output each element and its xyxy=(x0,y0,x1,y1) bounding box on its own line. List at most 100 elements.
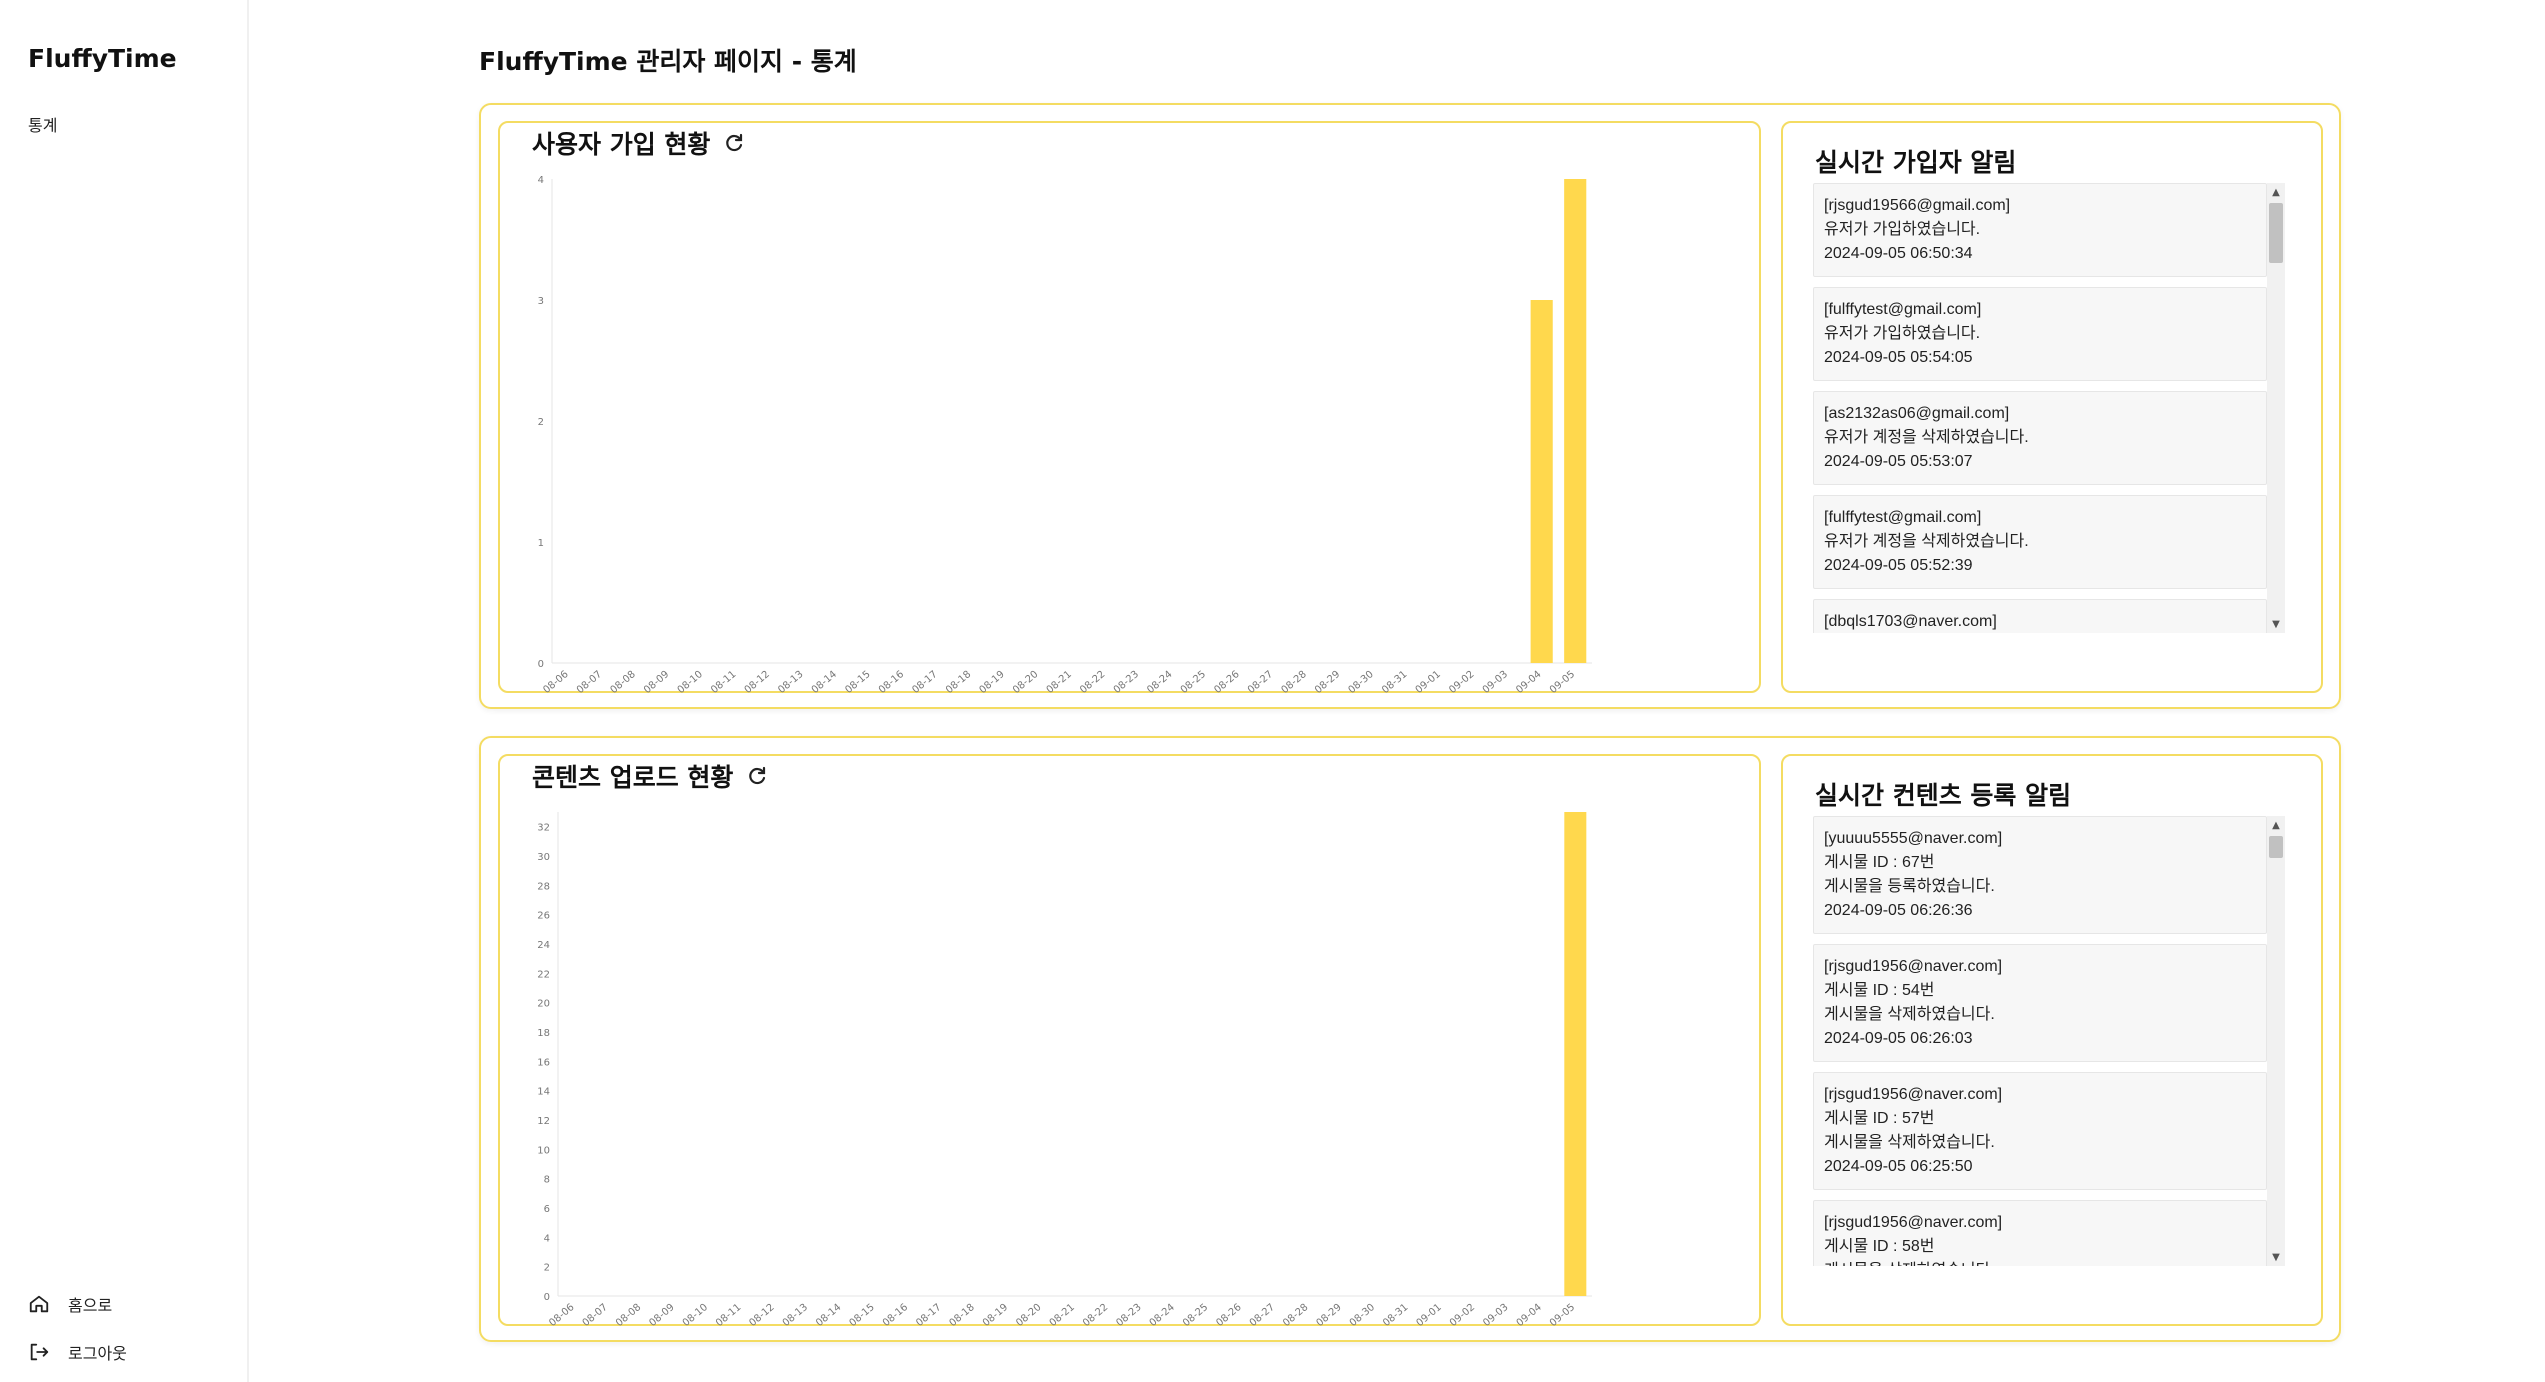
x-tick-label: 08-24 xyxy=(1145,669,1174,695)
scroll-down-arrow-icon[interactable]: ▼ xyxy=(2267,1248,2285,1266)
page-title: FluffyTime 관리자 페이지 - 통계 xyxy=(479,47,857,76)
content-alert-title: 실시간 컨텐츠 등록 알림 xyxy=(1815,781,2072,810)
x-tick-label: 08-19 xyxy=(977,669,1006,695)
x-tick-label: 09-04 xyxy=(1515,1302,1544,1328)
x-tick-label: 08-07 xyxy=(581,1302,610,1328)
alert-item: [rjsgud1956@naver.com] 게시물 ID : 57번 게시물을 삭… xyxy=(1813,1072,2267,1190)
x-tick-label: 08-28 xyxy=(1279,669,1308,695)
x-tick-label: 08-12 xyxy=(747,1302,776,1328)
home-label: 홈으로 xyxy=(68,1296,113,1315)
x-tick-label: 08-26 xyxy=(1212,669,1241,695)
x-tick-label: 08-26 xyxy=(1214,1302,1243,1328)
y-tick-label: 4 xyxy=(544,1233,550,1244)
x-tick-label: 08-27 xyxy=(1248,1302,1277,1328)
x-tick-label: 09-01 xyxy=(1414,1302,1443,1328)
x-tick-label: 08-11 xyxy=(709,669,738,695)
x-tick-label: 08-09 xyxy=(642,669,671,695)
content-chart-title: 콘텐츠 업로드 현황 xyxy=(532,758,769,794)
alert-email: [rjsgud1956@naver.com] xyxy=(1824,958,2003,975)
signup-chart-title-text: 사용자 가입 현황 xyxy=(532,130,711,159)
alert-item: [yuuuu5555@naver.com] 게시물 ID : 67번 게시물을 등록… xyxy=(1813,816,2267,934)
logout-icon xyxy=(30,1343,49,1361)
bar xyxy=(1530,300,1553,663)
x-tick-label: 08-09 xyxy=(647,1302,676,1328)
alert-message: 유저가 가입하였습니다. xyxy=(1824,221,1981,238)
x-tick-label: 08-06 xyxy=(541,669,570,695)
x-tick-label: 08-24 xyxy=(1148,1302,1177,1328)
scrollbar[interactable]: ▲ ▼ xyxy=(2267,183,2285,633)
bar xyxy=(1564,812,1587,1296)
x-tick-label: 08-23 xyxy=(1114,1302,1143,1328)
y-tick-label: 24 xyxy=(537,940,550,951)
x-tick-label: 08-06 xyxy=(547,1302,576,1328)
refresh-icon[interactable] xyxy=(745,764,769,788)
signup-alert-card: 실시간 가입자 알림 [rjsgud19566@gmail.com] 유저가 가입… xyxy=(1781,121,2323,693)
signup-section: 0 1 2 3 4 08-06 08-07 08-08 08-09 08-10 08-11 08-12… xyxy=(479,103,2341,709)
x-tick-label: 08-13 xyxy=(776,669,805,695)
alert-email: [rjsgud1956@naver.com] xyxy=(1824,1214,2003,1231)
scroll-up-arrow-icon[interactable]: ▲ xyxy=(2267,816,2285,834)
x-tick-label: 08-31 xyxy=(1381,1302,1410,1328)
x-tick-label: 08-28 xyxy=(1281,1302,1310,1328)
x-tick-label: 08-14 xyxy=(810,669,839,695)
y-tick-label: 0 xyxy=(544,1292,550,1303)
y-tick-label: 16 xyxy=(537,1057,550,1068)
alert-message: 유저가 가입하였습니다. xyxy=(1824,325,1981,342)
alert-item: [rjsgud19566@gmail.com] 유저가 가입하였습니다. 2024-… xyxy=(1813,183,2267,277)
alert-email: [as2132as06@gmail.com] xyxy=(1824,405,2010,422)
refresh-icon[interactable] xyxy=(722,131,746,155)
x-tick-label: 09-02 xyxy=(1448,1302,1477,1328)
scroll-thumb[interactable] xyxy=(2269,203,2283,263)
x-tick-label: 08-20 xyxy=(1014,1302,1043,1328)
y-tick-label: 20 xyxy=(537,999,550,1010)
alert-email: [rjsgud1956@naver.com] xyxy=(1824,1086,2003,1103)
scroll-down-arrow-icon[interactable]: ▼ xyxy=(2267,615,2285,633)
y-tick-label: 14 xyxy=(537,1087,550,1098)
x-tick-label: 08-31 xyxy=(1380,669,1409,695)
alert-time: 2024-09-05 06:25:50 xyxy=(1824,1158,1973,1175)
x-tick-label: 08-11 xyxy=(714,1302,743,1328)
y-tick-label: 10 xyxy=(537,1145,550,1156)
x-tick-label: 08-10 xyxy=(681,1302,710,1328)
x-tick-label: 08-16 xyxy=(881,1302,910,1328)
x-tick-label: 08-14 xyxy=(814,1302,843,1328)
x-tick-label: 08-21 xyxy=(1045,669,1074,695)
x-tick-label: 08-18 xyxy=(944,669,973,695)
bar xyxy=(1564,179,1587,663)
content-alert-card: 실시간 컨텐츠 등록 알림 [yuuuu5555@naver.com] 게시물 I… xyxy=(1781,754,2323,1326)
x-tick-label: 08-07 xyxy=(575,669,604,695)
signup-alert-list[interactable]: [rjsgud19566@gmail.com] 유저가 가입하였습니다. 2024-… xyxy=(1813,183,2285,633)
sidebar: FluffyTime 통계 홈으로 로그아웃 xyxy=(0,0,249,1382)
scrollbar[interactable]: ▲ ▼ xyxy=(2267,816,2285,1266)
alert-email: [fulffytest@gmail.com] xyxy=(1824,301,1982,318)
alert-time: 2024-09-05 06:50:34 xyxy=(1824,245,1973,262)
logout-label: 로그아웃 xyxy=(68,1344,127,1363)
scroll-up-arrow-icon[interactable]: ▲ xyxy=(2267,183,2285,201)
content-alert-list[interactable]: [yuuuu5555@naver.com] 게시물 ID : 67번 게시물을 등록… xyxy=(1813,816,2285,1266)
sidebar-item-statistics[interactable]: 통계 xyxy=(28,112,57,136)
alert-message: 게시물을 등록하였습니다. xyxy=(1824,878,1995,895)
x-tick-label: 09-05 xyxy=(1548,669,1577,695)
home-link[interactable]: 홈으로 xyxy=(28,1292,112,1316)
x-tick-label: 08-30 xyxy=(1348,1302,1377,1328)
x-tick-label: 08-29 xyxy=(1314,1302,1343,1328)
y-tick-label: 3 xyxy=(538,296,544,307)
x-tick-label: 08-20 xyxy=(1011,669,1040,695)
y-tick-label: 2 xyxy=(538,417,544,428)
alert-email: [fulffytest@gmail.com] xyxy=(1824,509,1982,526)
x-tick-label: 08-15 xyxy=(843,669,872,695)
x-tick-label: 08-27 xyxy=(1246,669,1275,695)
x-tick-label: 09-01 xyxy=(1414,669,1443,695)
y-tick-label: 32 xyxy=(537,823,550,834)
y-tick-label: 8 xyxy=(544,1175,550,1186)
x-tick-label: 08-25 xyxy=(1179,669,1208,695)
x-tick-label: 08-22 xyxy=(1078,669,1107,695)
scroll-thumb[interactable] xyxy=(2269,836,2283,858)
alert-message: 유저가 계정을 삭제하였습니다. xyxy=(1824,429,2029,446)
x-tick-label: 08-21 xyxy=(1048,1302,1077,1328)
logout-link[interactable]: 로그아웃 xyxy=(28,1340,127,1364)
x-tick-label: 08-17 xyxy=(914,1302,943,1328)
content-chart-title-text: 콘텐츠 업로드 현황 xyxy=(532,763,734,792)
y-tick-label: 1 xyxy=(538,538,544,549)
content-chart-card: 0 2 4 6 8 10 12 14 16 18 20 22 24 26 28 30 32 08-06 08-07 0… xyxy=(498,754,1761,1328)
